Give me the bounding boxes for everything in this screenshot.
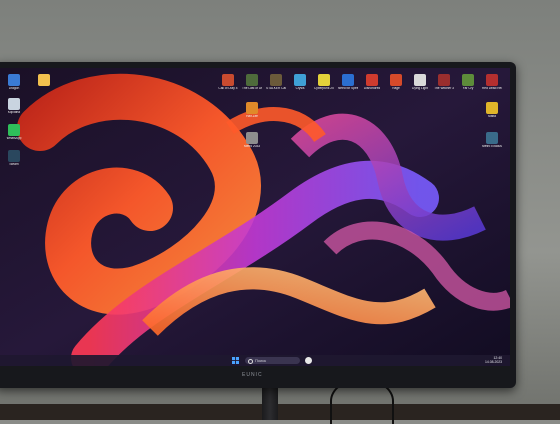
desktop-icon-need-for-speed[interactable]: Need for Speed	[338, 74, 358, 91]
search-icon	[248, 358, 253, 364]
desktop-icon-metro-exodus[interactable]: Metro Exodus	[482, 132, 502, 149]
desktop-icon-call-of-duty[interactable]: Call of Duty 4	[218, 74, 238, 91]
desktop-icon-last-of-us[interactable]: The Last of Us Part I	[242, 74, 262, 91]
game-icon	[246, 132, 258, 144]
desktop-icon-steam[interactable]: Steam	[4, 150, 24, 167]
desktop-icon-folder[interactable]	[34, 74, 54, 87]
desktop-icon-whatsapp[interactable]: WhatsApp	[4, 124, 24, 141]
desktop-icon-far-cry[interactable]: Far Cry	[458, 74, 478, 91]
desktop-icon-red-dead[interactable]: Red Dead Redemption	[482, 74, 502, 91]
steam-icon	[8, 150, 20, 162]
desktop-icon-half-life[interactable]: Half-Life	[242, 102, 262, 119]
game-icon	[390, 74, 402, 86]
app-icon	[8, 124, 20, 136]
game-icon	[246, 74, 258, 86]
chrome-icon[interactable]	[305, 357, 312, 364]
taskbar: Поиск 12:40 14.08.2023	[0, 355, 510, 366]
desktop-icon-dragon[interactable]: Dragon	[4, 74, 24, 91]
desk-surface	[0, 404, 560, 420]
desktop-icon-cyberpunk[interactable]: Cyberpunk 2077	[314, 74, 334, 91]
game-icon	[318, 74, 330, 86]
game-icon	[486, 132, 498, 144]
game-icon	[486, 102, 498, 114]
game-icon	[486, 74, 498, 86]
game-icon	[294, 74, 306, 86]
recycle-bin-icon	[8, 98, 20, 110]
folder-icon	[38, 74, 50, 86]
monitor-stand	[262, 388, 278, 420]
desktop-icon-stalker[interactable]: STALKER Call of Pripyat	[266, 74, 286, 91]
desktop-icon-crysis[interactable]: Crysis	[290, 74, 310, 91]
game-icon	[366, 74, 378, 86]
desktop-icon-recycle-bin[interactable]: Корзина	[4, 98, 24, 115]
desktop-icon-rage[interactable]: Rage	[386, 74, 406, 91]
game-icon	[438, 74, 450, 86]
game-icon	[270, 74, 282, 86]
desktop-icon-dying-light[interactable]: Dying Light	[410, 74, 430, 91]
game-icon	[414, 74, 426, 86]
desktop-icon-metro-2033[interactable]: Metro 2033	[242, 132, 262, 149]
game-icon	[462, 74, 474, 86]
monitor-screen: Dragon Корзина WhatsApp Steam Call of Du…	[0, 68, 510, 366]
windows-start-icon[interactable]	[232, 357, 239, 364]
app-icon	[8, 74, 20, 86]
game-icon	[342, 74, 354, 86]
taskbar-search-box[interactable]: Поиск	[245, 357, 300, 364]
game-icon	[222, 74, 234, 86]
desktop-icon-witcher[interactable]: The Witcher 3	[434, 74, 454, 91]
game-icon	[246, 102, 258, 114]
monitor-brand-logo: EUNIC	[242, 372, 263, 378]
desktop-icon-dishonored[interactable]: Dishonored	[362, 74, 382, 91]
system-tray-clock[interactable]: 12:40 14.08.2023	[485, 356, 502, 364]
desktop-icon-mafia[interactable]: Mafia	[482, 102, 502, 119]
